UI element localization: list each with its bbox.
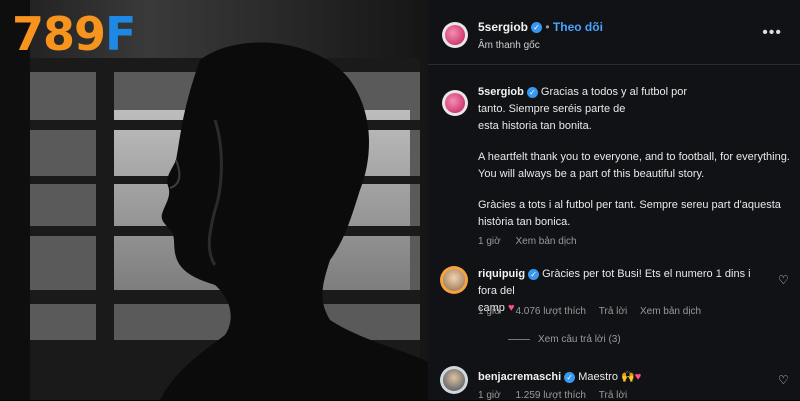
- caption-avatar[interactable]: [442, 90, 468, 116]
- follow-button[interactable]: Theo dõi: [553, 20, 603, 34]
- more-options-icon[interactable]: •••: [762, 24, 782, 42]
- header-username[interactable]: 5sergiob: [478, 20, 528, 34]
- comment-meta: 1 giờ 4.076 lượt thích Trả lời Xem bản d…: [478, 306, 701, 317]
- comment-username[interactable]: benjacremaschi: [478, 371, 561, 383]
- verified-badge-icon: ✓: [526, 86, 538, 98]
- comment-likes[interactable]: 4.076 lượt thích: [515, 306, 586, 317]
- verified-badge-icon: ✓: [531, 22, 543, 34]
- caption-es-line-2: tanto. Siempre seréis parte de: [478, 103, 626, 115]
- verified-badge-icon: ✓: [528, 268, 540, 280]
- post-panel: 5sergiob ✓ • Theo dõi Âm thanh gốc ••• 5s…: [428, 0, 800, 401]
- see-translation-link[interactable]: Xem bản dịch: [640, 306, 701, 317]
- post-header: 5sergiob ✓ • Theo dõi Âm thanh gốc •••: [428, 0, 800, 65]
- screen: 789F 5sergiob ✓ • Theo dõi Âm thanh gốc •…: [0, 0, 800, 401]
- comment-avatar[interactable]: [440, 266, 468, 294]
- caption-username[interactable]: 5sergiob: [478, 86, 524, 98]
- audio-label[interactable]: Âm thanh gốc: [478, 40, 540, 51]
- avatar[interactable]: [442, 22, 468, 48]
- comment-item: benjacremaschi ✓ Maestro 🙌♥: [478, 370, 641, 383]
- reply-button[interactable]: Trả lời: [599, 390, 627, 401]
- emoji: 🙌♥: [621, 371, 642, 383]
- reply-button[interactable]: Trả lời: [599, 306, 627, 317]
- comment-avatar[interactable]: [440, 366, 468, 394]
- caption-ca-line-2: història tan bonica.: [478, 216, 571, 228]
- comment-time: 1 giờ: [478, 390, 501, 401]
- heart-icon[interactable]: ♡: [778, 374, 790, 386]
- logo-digits: 789: [12, 7, 106, 61]
- view-replies-button[interactable]: Xem câu trả lời (3): [508, 334, 621, 345]
- caption-en-line-1: A heartfelt thank you to everyone, and t…: [478, 151, 790, 163]
- comment-text: Maestro: [578, 371, 618, 383]
- comment-time: 1 giờ: [478, 306, 501, 317]
- comment-likes[interactable]: 1.259 lượt thích: [515, 390, 586, 401]
- comment-username[interactable]: riquipuig: [478, 268, 525, 280]
- caption-ca-line-1: Gràcies a tots i al futbol per tant. Sem…: [478, 199, 781, 211]
- see-translation-link[interactable]: Xem bản dịch: [515, 236, 576, 247]
- caption-es-line-3: esta historia tan bonita.: [478, 120, 592, 132]
- verified-badge-icon: ✓: [564, 371, 576, 383]
- caption-en-line-2: You will always be a part of this beauti…: [478, 168, 705, 180]
- comment-meta: 1 giờ 1.259 lượt thích Trả lời: [478, 390, 627, 401]
- post-photo[interactable]: 789F: [0, 0, 428, 400]
- caption-meta: 1 giờ Xem bản dịch: [478, 236, 577, 247]
- caption-time: 1 giờ: [478, 236, 501, 247]
- caption-es-line-1: Gracias a todos y al futbol por: [540, 86, 688, 98]
- heart-icon[interactable]: ♡: [778, 274, 790, 286]
- view-replies-label: Xem câu trả lời (3): [538, 334, 621, 345]
- logo-letter: F: [105, 7, 136, 61]
- brand-logo: 789F: [12, 6, 136, 62]
- post-caption: 5sergiob ✓ Gracias a todos y al futbol po…: [478, 84, 790, 231]
